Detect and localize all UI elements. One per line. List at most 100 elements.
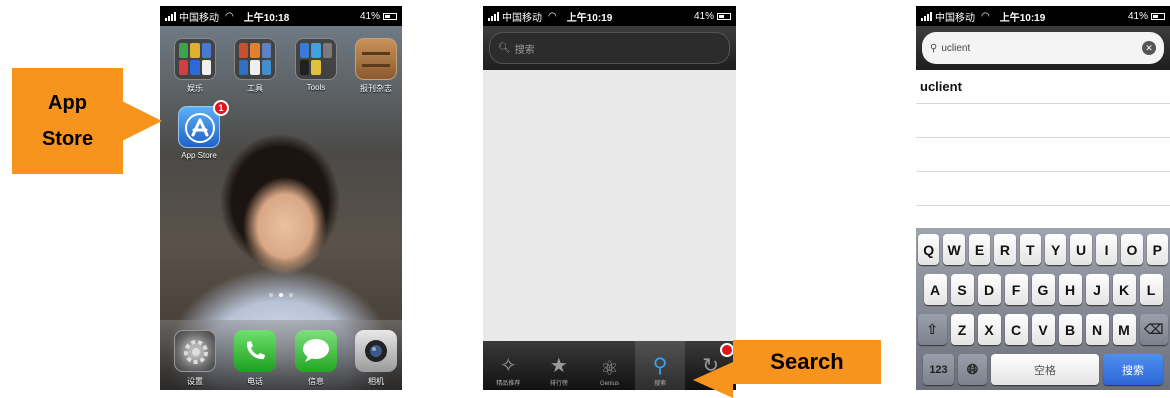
app-store-callout: App Store <box>12 68 123 174</box>
tab-label: 搜索 <box>654 381 667 387</box>
genius-icon: ⚛ <box>600 358 619 380</box>
key-q[interactable]: Q <box>917 234 940 265</box>
gear-glyph-icon <box>184 340 208 364</box>
tab-featured[interactable]: ✧ 精品推荐 <box>483 341 534 390</box>
key-m[interactable]: M <box>1112 314 1136 345</box>
key-f[interactable]: F <box>1004 274 1028 305</box>
key-p[interactable]: P <box>1146 234 1169 265</box>
search-input[interactable]: ⚲ uclient ✕ <box>922 32 1164 64</box>
tab-genius[interactable]: ⚛ Genius <box>584 341 635 390</box>
key-i[interactable]: I <box>1095 234 1118 265</box>
delete-key[interactable]: ⌫ <box>1139 314 1168 345</box>
key-n[interactable]: N <box>1085 314 1109 345</box>
home-screen: 中国移动 ◠ 上午10:18 41% 娱乐 工具 Tools 报刊杂志 1 Ap… <box>160 6 402 390</box>
dock-label: 信息 <box>308 377 324 386</box>
callout-arrow-icon <box>693 362 733 398</box>
search-icon: ⚲ <box>652 355 668 377</box>
clock: 上午10:18 <box>243 12 290 24</box>
signal-icon <box>921 11 932 21</box>
key-u[interactable]: U <box>1070 234 1092 265</box>
key-y[interactable]: Y <box>1045 234 1067 265</box>
dock-label: 电话 <box>247 377 263 386</box>
key-x[interactable]: X <box>977 314 1001 345</box>
folder-label: 工具 <box>247 84 263 93</box>
battery-percent: 41% <box>359 10 380 22</box>
clock: 上午10:19 <box>566 12 613 24</box>
keyboard-row: QWERTYUIOP <box>917 234 1169 265</box>
wifi-icon: ◠ <box>548 10 557 22</box>
key-g[interactable]: G <box>1031 274 1055 305</box>
bubble-glyph-icon <box>303 339 329 362</box>
tab-search[interactable]: ⚲ 搜索 <box>634 341 686 390</box>
numbers-key[interactable]: 123 <box>923 354 954 385</box>
result-label: uclient <box>920 79 962 94</box>
search-icon: ⚲ <box>930 42 938 54</box>
space-key[interactable]: 空格 <box>991 354 1099 385</box>
phone-icon[interactable] <box>234 330 276 372</box>
folder-tools-cn[interactable] <box>234 38 276 80</box>
callout-text: App Store <box>41 92 94 150</box>
empty-row <box>916 104 1170 138</box>
callout-arrow-icon <box>122 101 162 141</box>
dock-label: 设置 <box>187 377 203 386</box>
dock-label: 相机 <box>368 377 384 386</box>
dock: 设置 电话 信息 相机 <box>160 320 402 390</box>
shift-key[interactable]: ⇧ <box>918 314 947 345</box>
search-placeholder: 搜索 <box>514 44 535 56</box>
notification-badge: 1 <box>213 100 229 116</box>
featured-icon: ✧ <box>499 355 517 377</box>
key-t[interactable]: T <box>1019 234 1041 265</box>
key-h[interactable]: H <box>1058 274 1082 305</box>
key-l[interactable]: L <box>1139 274 1163 305</box>
search-key[interactable]: 搜索 <box>1103 354 1163 385</box>
battery-icon <box>717 12 731 20</box>
carrier-name: 中国移动 <box>502 12 542 24</box>
key-z[interactable]: Z <box>950 314 974 345</box>
battery-percent: 41% <box>1127 10 1148 22</box>
folder-tools[interactable] <box>295 38 337 80</box>
status-bar: 中国移动 ◠ 上午10:19 41% <box>916 6 1170 26</box>
camera-icon[interactable] <box>355 330 397 372</box>
newsstand-icon[interactable] <box>355 38 397 80</box>
key-k[interactable]: K <box>1112 274 1136 305</box>
key-w[interactable]: W <box>943 234 965 265</box>
callout-text: Search <box>770 349 844 375</box>
tab-label: 排行榜 <box>549 381 568 387</box>
empty-row <box>916 138 1170 172</box>
key-b[interactable]: B <box>1058 314 1082 345</box>
folder-label: Tools <box>306 83 326 92</box>
search-icon: 🔍︎ <box>498 42 511 54</box>
battery-icon <box>1151 12 1165 20</box>
signal-icon <box>488 11 499 21</box>
star-icon: ★ <box>549 355 568 377</box>
status-bar: 中国移动 ◠ 上午10:19 41% <box>483 6 736 26</box>
keyboard-row: 123 🌐︎ 空格 搜索 <box>918 354 1168 385</box>
update-badge <box>719 343 734 357</box>
key-d[interactable]: D <box>977 274 1001 305</box>
tab-top-charts[interactable]: ★ 排行榜 <box>534 341 585 390</box>
key-e[interactable]: E <box>968 234 991 265</box>
battery-icon <box>383 12 397 20</box>
message-icon[interactable] <box>295 330 337 372</box>
folder-label: 娱乐 <box>187 84 203 93</box>
globe-icon[interactable]: 🌐︎ <box>958 354 987 385</box>
search-result-row[interactable]: uclient <box>916 70 1170 104</box>
gear-icon[interactable] <box>174 330 216 372</box>
folder-entertainment[interactable] <box>174 38 216 80</box>
empty-row <box>916 172 1170 206</box>
key-r[interactable]: R <box>994 234 1016 265</box>
key-j[interactable]: J <box>1085 274 1109 305</box>
clear-icon[interactable]: ✕ <box>1142 41 1156 55</box>
key-v[interactable]: V <box>1031 314 1055 345</box>
page-indicator <box>160 293 402 297</box>
key-c[interactable]: C <box>1004 314 1028 345</box>
clock: 上午10:19 <box>999 12 1046 24</box>
key-s[interactable]: S <box>950 274 974 305</box>
key-o[interactable]: O <box>1121 234 1143 265</box>
wifi-icon: ◠ <box>225 10 234 22</box>
signal-icon <box>165 11 176 21</box>
key-a[interactable]: A <box>923 274 947 305</box>
search-bar: 🔍︎ 搜索 <box>483 26 736 70</box>
search-input[interactable]: 🔍︎ 搜索 <box>489 32 730 64</box>
status-bar: 中国移动 ◠ 上午10:18 41% <box>160 6 402 26</box>
